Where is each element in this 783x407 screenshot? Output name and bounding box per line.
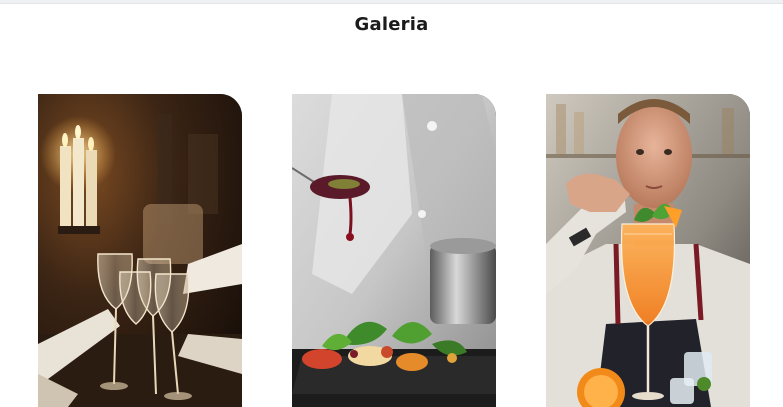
candlelit-toast-photo (38, 94, 242, 407)
top-divider (0, 0, 783, 4)
bartender-cocktail-photo (546, 94, 750, 407)
gallery-image-toast[interactable] (38, 94, 242, 407)
gallery-title: Galeria (354, 14, 429, 35)
gallery-image-bartender[interactable] (546, 94, 750, 407)
gallery-image-chef[interactable] (292, 94, 496, 407)
gallery-section: Galeria (0, 0, 783, 407)
chef-plating-dish-photo (292, 94, 496, 407)
